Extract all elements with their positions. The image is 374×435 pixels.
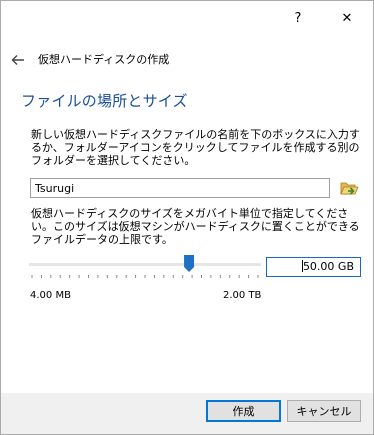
help-icon: ? <box>294 10 302 26</box>
help-button[interactable]: ? <box>284 4 312 32</box>
page-heading: ファイルの場所とサイズ <box>21 92 188 110</box>
back-arrow-icon[interactable] <box>11 52 25 66</box>
close-button[interactable]: ✕ <box>333 4 361 32</box>
max-size-label: 2.00 TB <box>223 290 262 301</box>
wizard-title: 仮想ハードディスクの作成 <box>38 53 170 66</box>
location-description: 新しい仮想ハードディスクファイルの名前を下のボックスに入力するか、フォルダーアイ… <box>31 128 360 167</box>
size-value: 50.00 GB <box>302 260 354 273</box>
slider-thumb[interactable] <box>184 255 195 272</box>
slider-ticks <box>31 275 259 278</box>
title-bar: ? ✕ <box>1 1 373 35</box>
cancel-button[interactable]: キャンセル <box>287 400 361 422</box>
folder-open-icon <box>340 182 359 195</box>
size-field[interactable]: 50.00 GB <box>266 257 361 277</box>
wizard-header: 仮想ハードディスクの作成 <box>11 49 169 69</box>
size-slider[interactable] <box>29 253 261 281</box>
choose-folder-button[interactable] <box>338 178 360 198</box>
size-description: 仮想ハードディスクのサイズをメガバイト単位で指定してください。このサイズは仮想マ… <box>31 207 360 246</box>
file-name-field[interactable] <box>30 178 330 198</box>
min-size-label: 4.00 MB <box>30 290 71 301</box>
slider-track[interactable] <box>29 263 261 266</box>
create-button[interactable]: 作成 <box>206 400 281 422</box>
create-virtual-hard-disk-dialog: ? ✕ 仮想ハードディスクの作成 ファイルの場所とサイズ 新しい仮想ハードディス… <box>0 0 374 435</box>
close-icon: ✕ <box>341 10 353 26</box>
dialog-footer: 作成 キャンセル <box>1 393 373 434</box>
